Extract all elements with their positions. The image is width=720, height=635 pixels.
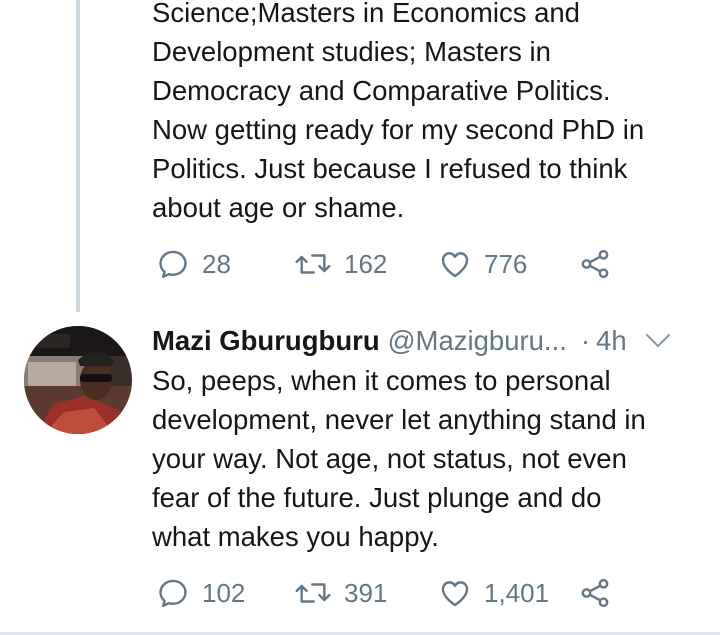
retweet-button[interactable]: 162 bbox=[294, 246, 387, 282]
share-button[interactable] bbox=[578, 575, 612, 611]
tweet-header: Mazi Gburugburu @Mazigburu... · 4h bbox=[152, 322, 712, 360]
share-icon bbox=[581, 578, 609, 608]
share-button[interactable] bbox=[578, 246, 612, 282]
tweet-text: Science;Masters in Economics and Develop… bbox=[152, 0, 645, 223]
like-button[interactable]: 1,401 bbox=[438, 575, 549, 611]
reply-icon bbox=[159, 250, 187, 278]
heart-icon bbox=[441, 581, 469, 607]
heart-icon bbox=[441, 252, 469, 278]
avatar-photo bbox=[24, 326, 132, 434]
tweet-menu-button[interactable] bbox=[645, 332, 671, 350]
thread-connector-line bbox=[76, 0, 80, 312]
timestamp[interactable]: 4h bbox=[596, 325, 627, 357]
avatar[interactable] bbox=[24, 326, 132, 434]
reply-count: 28 bbox=[202, 248, 231, 279]
tweet-text: So, peeps, when it comes to personal dev… bbox=[152, 365, 646, 552]
retweet-count: 391 bbox=[344, 577, 388, 608]
share-icon bbox=[581, 249, 609, 279]
reply-button[interactable]: 28 bbox=[156, 246, 231, 282]
retweet-button[interactable]: 391 bbox=[294, 575, 387, 611]
reply-count: 102 bbox=[202, 577, 246, 608]
chevron-down-icon bbox=[645, 334, 670, 347]
retweet-icon bbox=[295, 254, 331, 274]
user-handle[interactable]: @Mazigburu... bbox=[388, 325, 567, 357]
reply-button[interactable]: 102 bbox=[156, 575, 245, 611]
like-button[interactable]: 776 bbox=[438, 246, 527, 282]
retweet-count: 162 bbox=[344, 248, 388, 279]
like-count: 776 bbox=[484, 248, 528, 279]
retweet-icon bbox=[295, 583, 331, 603]
reply-icon bbox=[159, 579, 187, 607]
like-count: 1,401 bbox=[484, 577, 550, 608]
display-name[interactable]: Mazi Gburugburu bbox=[152, 325, 380, 357]
separator-dot: · bbox=[580, 325, 591, 356]
